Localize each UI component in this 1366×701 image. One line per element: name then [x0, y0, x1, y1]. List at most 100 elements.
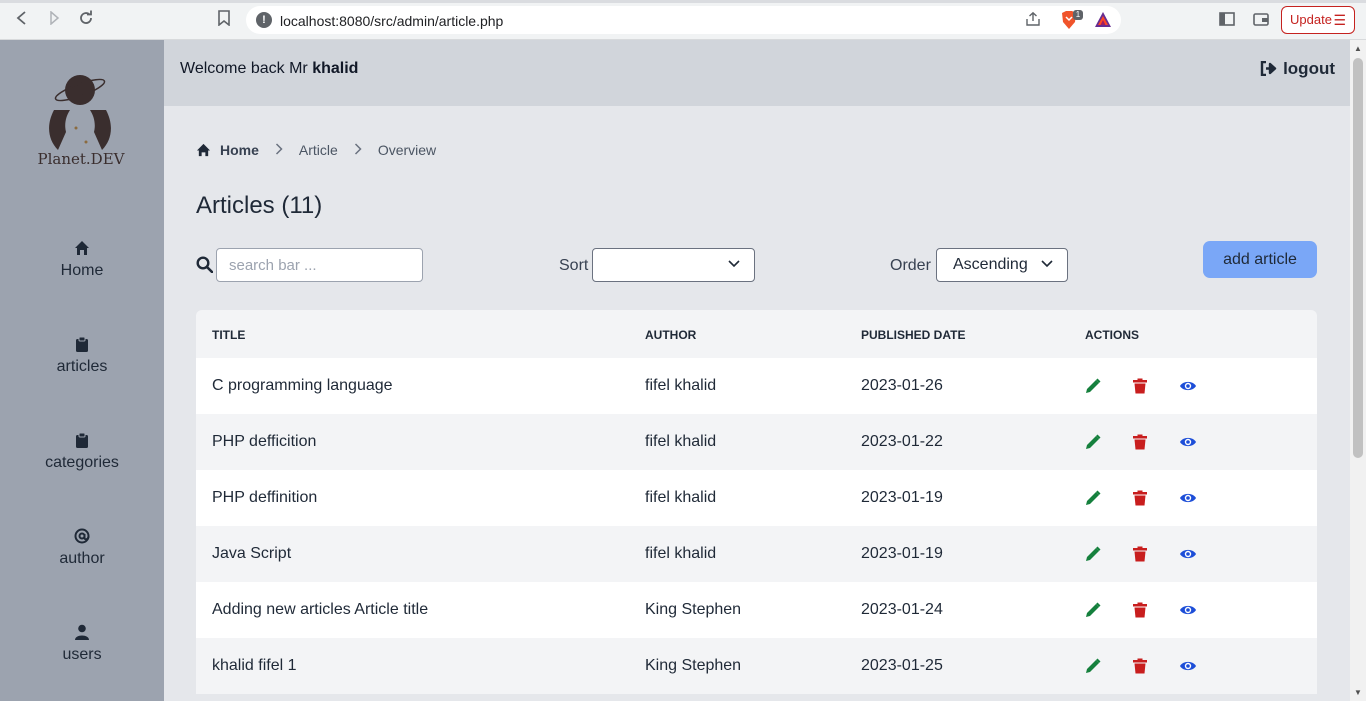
articles-table: TITLE AUTHOR PUBLISHED DATE ACTIONS C pr…	[196, 310, 1317, 694]
sort-select[interactable]	[592, 248, 755, 282]
search-icon	[196, 256, 213, 273]
cell-published-date: 2023-01-22	[861, 433, 943, 450]
site-info-icon[interactable]: !	[256, 12, 272, 28]
sidebar-item-label: articles	[56, 358, 108, 375]
chevron-down-icon	[728, 260, 740, 268]
delete-icon[interactable]	[1132, 602, 1148, 618]
logout-button[interactable]: logout	[1260, 59, 1335, 79]
cell-published-date: 2023-01-26	[861, 377, 943, 394]
column-header-actions: ACTIONS	[1085, 328, 1139, 342]
cell-title: Adding new articles Article title	[212, 601, 429, 618]
column-header-author: AUTHOR	[645, 328, 697, 342]
cell-published-date: 2023-01-19	[861, 489, 943, 506]
home-icon	[75, 241, 89, 255]
update-label: Update	[1290, 12, 1332, 27]
sidebar-item-label: users	[62, 646, 102, 663]
sidebar-toggle-icon[interactable]	[1219, 12, 1235, 28]
brave-rewards-icon[interactable]	[1094, 11, 1112, 29]
scroll-up-icon[interactable]: ▲	[1354, 44, 1362, 53]
bookmark-icon[interactable]	[213, 10, 235, 32]
address-bar[interactable]: ! localhost:8080/src/admin/article.php	[246, 6, 1121, 34]
edit-icon[interactable]	[1085, 490, 1101, 506]
scrollbar-thumb[interactable]	[1353, 58, 1363, 458]
shields-badge: 1	[1073, 10, 1083, 20]
edit-icon[interactable]	[1085, 658, 1101, 674]
delete-icon[interactable]	[1132, 378, 1148, 394]
sidebar-item-label: Home	[60, 262, 104, 279]
cell-published-date: 2023-01-19	[861, 545, 943, 562]
column-header-published-date: PUBLISHED DATE	[861, 328, 966, 342]
table-row: PHP deffinition fifel khalid 2023-01-19	[196, 470, 1317, 526]
table-row: Java Script fifel khalid 2023-01-19	[196, 526, 1317, 582]
edit-icon[interactable]	[1085, 546, 1101, 562]
reload-icon[interactable]	[75, 10, 97, 32]
scroll-down-icon[interactable]: ▼	[1354, 688, 1362, 697]
cell-author: fifel khalid	[645, 545, 717, 562]
tab-strip	[0, 0, 1366, 3]
at-icon	[74, 528, 90, 544]
delete-icon[interactable]	[1132, 434, 1148, 450]
sidebar: Planet.DEV Home articles categories auth…	[0, 40, 164, 701]
cell-title: khalid fifel 1	[212, 657, 297, 674]
cell-author: King Stephen	[645, 657, 742, 674]
edit-icon[interactable]	[1085, 434, 1101, 450]
sign-out-icon	[1260, 60, 1277, 77]
url-text[interactable]: localhost:8080/src/admin/article.php	[280, 13, 503, 29]
view-icon[interactable]	[1179, 546, 1197, 562]
delete-icon[interactable]	[1132, 546, 1148, 562]
welcome-message: Welcome back Mr khalid	[180, 60, 358, 78]
sidebar-item-users[interactable]: users	[0, 624, 164, 664]
cell-title: C programming language	[212, 377, 393, 394]
sidebar-item-label: categories	[45, 454, 119, 471]
logo-text: Planet.DEV	[38, 150, 126, 168]
top-bar: Welcome back Mr khalid logout	[164, 40, 1350, 106]
delete-icon[interactable]	[1132, 490, 1148, 506]
browser-toolbar: ! localhost:8080/src/admin/article.php 1…	[0, 0, 1366, 40]
cell-published-date: 2023-01-24	[861, 601, 943, 618]
sidebar-item-home[interactable]: Home	[0, 240, 164, 280]
view-icon[interactable]	[1179, 378, 1197, 394]
cell-title: Java Script	[212, 545, 292, 562]
chevron-right-icon	[275, 142, 283, 158]
share-icon[interactable]	[1025, 11, 1041, 30]
user-icon	[75, 624, 89, 640]
breadcrumb: Home Article Overview	[196, 142, 436, 158]
cell-title: PHP deffinition	[212, 489, 318, 506]
view-icon[interactable]	[1179, 658, 1197, 674]
page-title: Articles (11)	[196, 192, 323, 219]
edit-icon[interactable]	[1085, 602, 1101, 618]
breadcrumb-article[interactable]: Article	[299, 142, 338, 158]
menu-icon: ☰	[1333, 12, 1346, 28]
view-icon[interactable]	[1179, 490, 1197, 506]
sidebar-item-author[interactable]: author	[0, 528, 164, 568]
table-row: khalid fifel 1 King Stephen 2023-01-25	[196, 638, 1317, 694]
cell-title: PHP defficition	[212, 433, 317, 450]
breadcrumb-home-label: Home	[220, 142, 259, 158]
wallet-icon[interactable]	[1253, 12, 1269, 28]
welcome-prefix: Welcome back Mr	[180, 60, 308, 77]
sort-label: Sort	[559, 257, 589, 274]
sidebar-item-categories[interactable]: categories	[0, 432, 164, 472]
delete-icon[interactable]	[1132, 658, 1148, 674]
breadcrumb-home[interactable]: Home	[196, 142, 259, 158]
update-button[interactable]: Update ☰	[1281, 6, 1355, 34]
search-input[interactable]	[216, 248, 423, 282]
view-icon[interactable]	[1179, 434, 1197, 450]
table-header: TITLE AUTHOR PUBLISHED DATE ACTIONS	[196, 310, 1317, 358]
sidebar-item-articles[interactable]: articles	[0, 336, 164, 376]
order-select[interactable]: Ascending	[936, 248, 1068, 282]
edit-icon[interactable]	[1085, 378, 1101, 394]
forward-icon[interactable]	[43, 10, 65, 32]
view-icon[interactable]	[1179, 602, 1197, 618]
logout-label: logout	[1283, 59, 1335, 78]
table-body: C programming language fifel khalid 2023-0…	[196, 358, 1317, 694]
cell-author: fifel khalid	[645, 489, 717, 506]
page-scrollbar[interactable]: ▲ ▼	[1350, 40, 1366, 701]
add-article-button[interactable]: add article	[1203, 241, 1317, 278]
table-row: PHP defficition fifel khalid 2023-01-22	[196, 414, 1317, 470]
cell-author: King Stephen	[645, 601, 742, 618]
table-row: Adding new articles Article title King St…	[196, 582, 1317, 638]
back-icon[interactable]	[11, 10, 33, 32]
table-row: C programming language fifel khalid 2023-0…	[196, 358, 1317, 414]
planet-dev-logo[interactable]: Planet.DEV	[36, 70, 126, 180]
